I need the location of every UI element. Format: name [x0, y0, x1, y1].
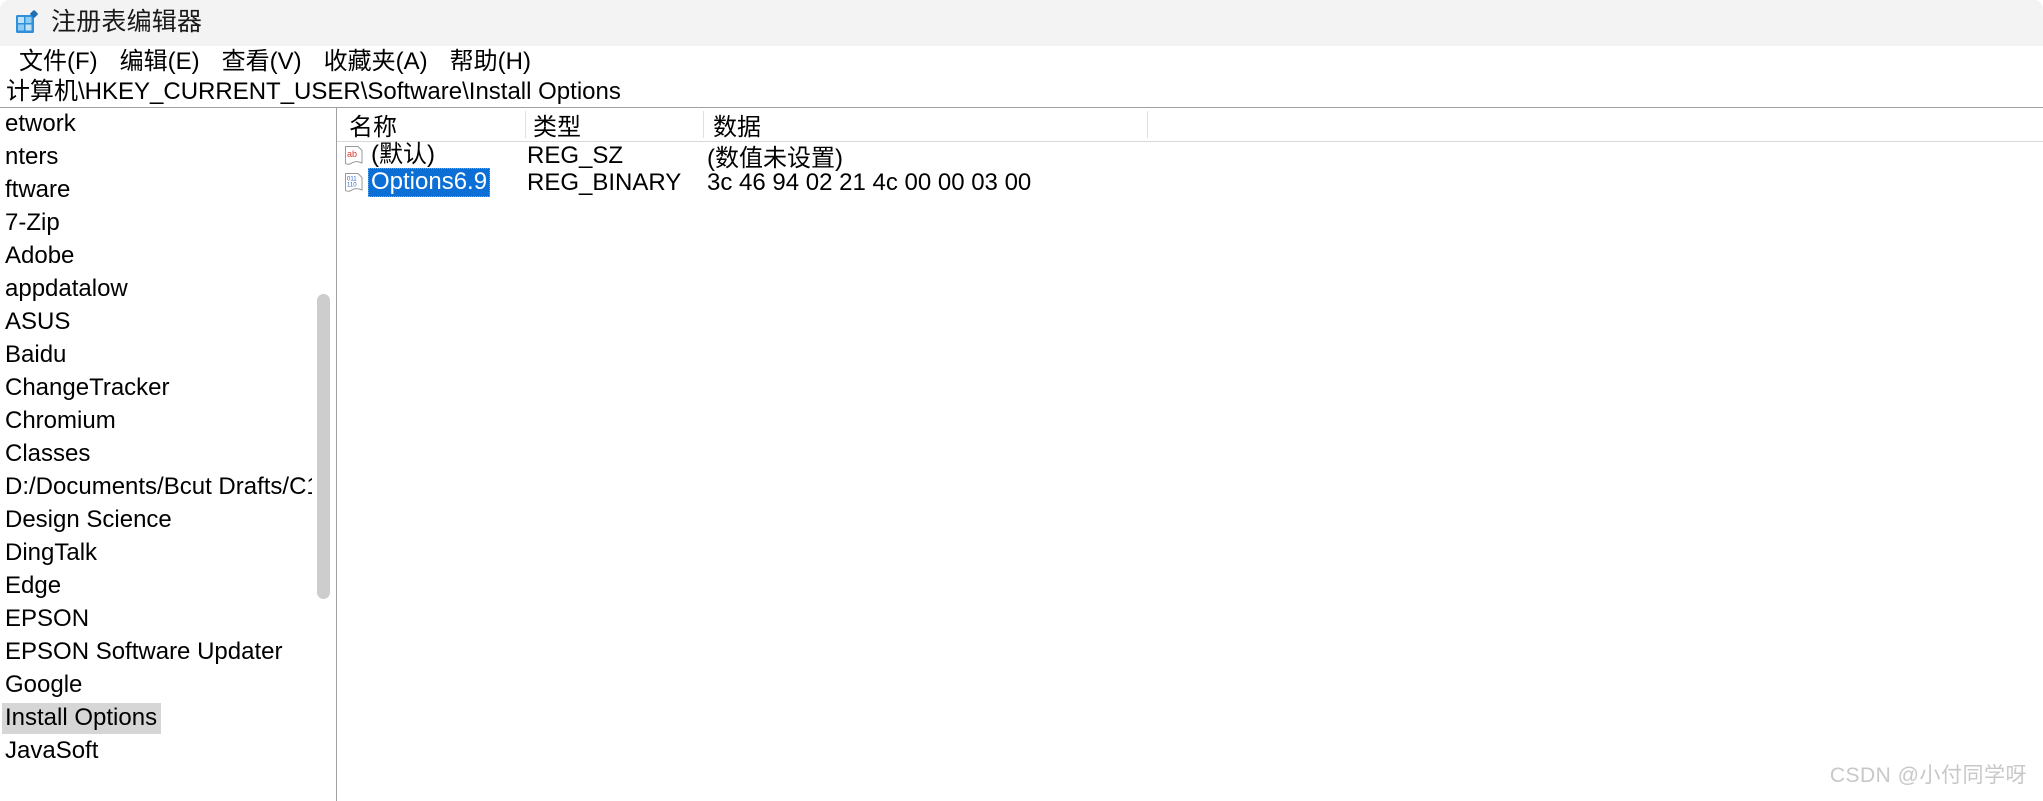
tree-item-baidu[interactable]: Baidu: [0, 339, 312, 372]
main-content: etwork nters ftware 7-Zip Adobe appdatalow ASU…: [0, 108, 2043, 801]
registry-editor-window: 注册表编辑器 文件(F) 编辑(E) 查看(V) 收藏夹(A) 帮助(H) 计算…: [0, 0, 2043, 801]
value-row[interactable]: 011 110 Options6.9 REG_BINARY 3c 46 94 02 21…: [337, 168, 2043, 197]
registry-tree-pane[interactable]: etwork nters ftware 7-Zip Adobe appdatalow ASU…: [0, 108, 312, 801]
tree-item-d-documents-bcut-drafts-c1ea71[interactable]: D:/Documents/Bcut Drafts/C1EA71: [0, 471, 312, 504]
tree-item-label: ChangeTracker: [5, 374, 170, 401]
tree-item-dingtalk[interactable]: DingTalk: [0, 537, 312, 570]
svg-text:ab: ab: [347, 149, 357, 159]
column-divider-1[interactable]: [525, 111, 526, 138]
tree-item-chromium[interactable]: Chromium: [0, 405, 312, 438]
value-name-cell[interactable]: 011 110 Options6.9: [343, 168, 491, 197]
title-bar: 注册表编辑器: [0, 0, 2043, 46]
tree-item-label: JavaSoft: [5, 737, 99, 764]
tree-item-appdatalow[interactable]: appdatalow: [0, 273, 312, 306]
menu-view[interactable]: 查看(V): [211, 49, 313, 74]
tree-item-label: Baidu: [5, 341, 67, 368]
value-type: REG_SZ: [527, 141, 624, 169]
tree-item-epson[interactable]: EPSON: [0, 603, 312, 636]
menu-edit[interactable]: 编辑(E): [109, 49, 211, 74]
menu-bar: 文件(F) 编辑(E) 查看(V) 收藏夹(A) 帮助(H): [0, 46, 2043, 77]
tree-item-asus[interactable]: ASUS: [0, 306, 312, 339]
menu-file[interactable]: 文件(F): [8, 49, 109, 74]
tree-item-label: EPSON: [5, 605, 90, 632]
tree-item-label: ftware: [5, 176, 71, 203]
tree-scrollbar-thumb[interactable]: [317, 294, 330, 599]
tree-item-label: D:/Documents/Bcut Drafts/C1EA71: [5, 473, 312, 500]
column-divider-2[interactable]: [703, 111, 704, 138]
tree-item-edge[interactable]: Edge: [0, 570, 312, 603]
tree-item-label: 7-Zip: [5, 209, 60, 236]
reg-binary-icon: 011 110: [343, 171, 365, 195]
window-title: 注册表编辑器: [51, 8, 203, 36]
tree-item-epson-software-updater[interactable]: EPSON Software Updater: [0, 636, 312, 669]
registry-path[interactable]: 计算机\HKEY_CURRENT_USER\Software\Install O…: [6, 80, 621, 104]
tree-item-design-science[interactable]: Design Science: [0, 504, 312, 537]
tree-item-google[interactable]: Google: [0, 669, 312, 702]
tree-item-label: Adobe: [5, 242, 75, 269]
reg-sz-icon: ab: [343, 144, 365, 168]
tree-item-adobe[interactable]: Adobe: [0, 240, 312, 273]
value-name-cell[interactable]: ab (默认): [343, 142, 438, 169]
tree-item-network[interactable]: etwork: [0, 108, 312, 141]
tree-item-printers[interactable]: nters: [0, 141, 312, 174]
tree-item-7-zip[interactable]: 7-Zip: [0, 207, 312, 240]
tree-item-software[interactable]: ftware: [0, 174, 312, 207]
tree-vertical-scrollbar[interactable]: [312, 108, 336, 801]
value-name: (默认): [371, 141, 435, 168]
tree-item-label: Chromium: [5, 407, 116, 434]
values-column-header: 名称 类型 数据: [337, 108, 2043, 142]
tree-item-label: EPSON Software Updater: [5, 638, 283, 665]
column-divider-3[interactable]: [1147, 111, 1148, 138]
csdn-watermark: CSDN @小付同学呀: [1829, 764, 2027, 787]
tree-item-label: DingTalk: [5, 539, 98, 566]
value-type: REG_BINARY: [527, 168, 682, 196]
tree-item-changetracker[interactable]: ChangeTracker: [0, 372, 312, 405]
tree-item-label: etwork: [5, 110, 76, 137]
value-row[interactable]: ab (默认) REG_SZ (数值未设置): [337, 141, 2043, 172]
tree-item-label: Install Options: [2, 703, 162, 734]
tree-item-label: Edge: [5, 572, 62, 599]
registry-values-pane[interactable]: 名称 类型 数据 ab (默认) REG_SZ (数值未设置) 011 110 Option…: [337, 108, 2043, 801]
registry-editor-icon: [14, 9, 40, 36]
tree-item-label: appdatalow: [5, 275, 128, 302]
value-name: Options6.9: [368, 168, 491, 197]
values-list: ab (默认) REG_SZ (数值未设置) 011 110 Options6.9 REG_B…: [337, 141, 2043, 197]
tree-item-label: nters: [5, 143, 59, 170]
value-data: 3c 46 94 02 21 4c 00 00 03 00: [707, 168, 1032, 196]
address-bar[interactable]: 计算机\HKEY_CURRENT_USER\Software\Install O…: [0, 77, 2043, 108]
svg-text:110: 110: [347, 182, 357, 188]
column-header-name[interactable]: 名称: [343, 108, 527, 141]
tree-item-label: Design Science: [5, 506, 172, 533]
tree-item-classes[interactable]: Classes: [0, 438, 312, 471]
column-header-type[interactable]: 类型: [527, 108, 707, 141]
menu-help[interactable]: 帮助(H): [439, 49, 542, 74]
value-data: (数值未设置): [707, 145, 843, 172]
tree-item-install-options[interactable]: Install Options: [0, 702, 312, 735]
menu-favorites[interactable]: 收藏夹(A): [313, 49, 439, 74]
tree-item-label: Google: [5, 671, 83, 698]
column-header-data[interactable]: 数据: [707, 108, 1147, 141]
registry-tree-list: etwork nters ftware 7-Zip Adobe appdatalow ASU…: [0, 108, 312, 768]
tree-item-label: ASUS: [5, 308, 71, 335]
tree-item-javasoft[interactable]: JavaSoft: [0, 735, 312, 768]
tree-item-label: Classes: [5, 440, 91, 467]
